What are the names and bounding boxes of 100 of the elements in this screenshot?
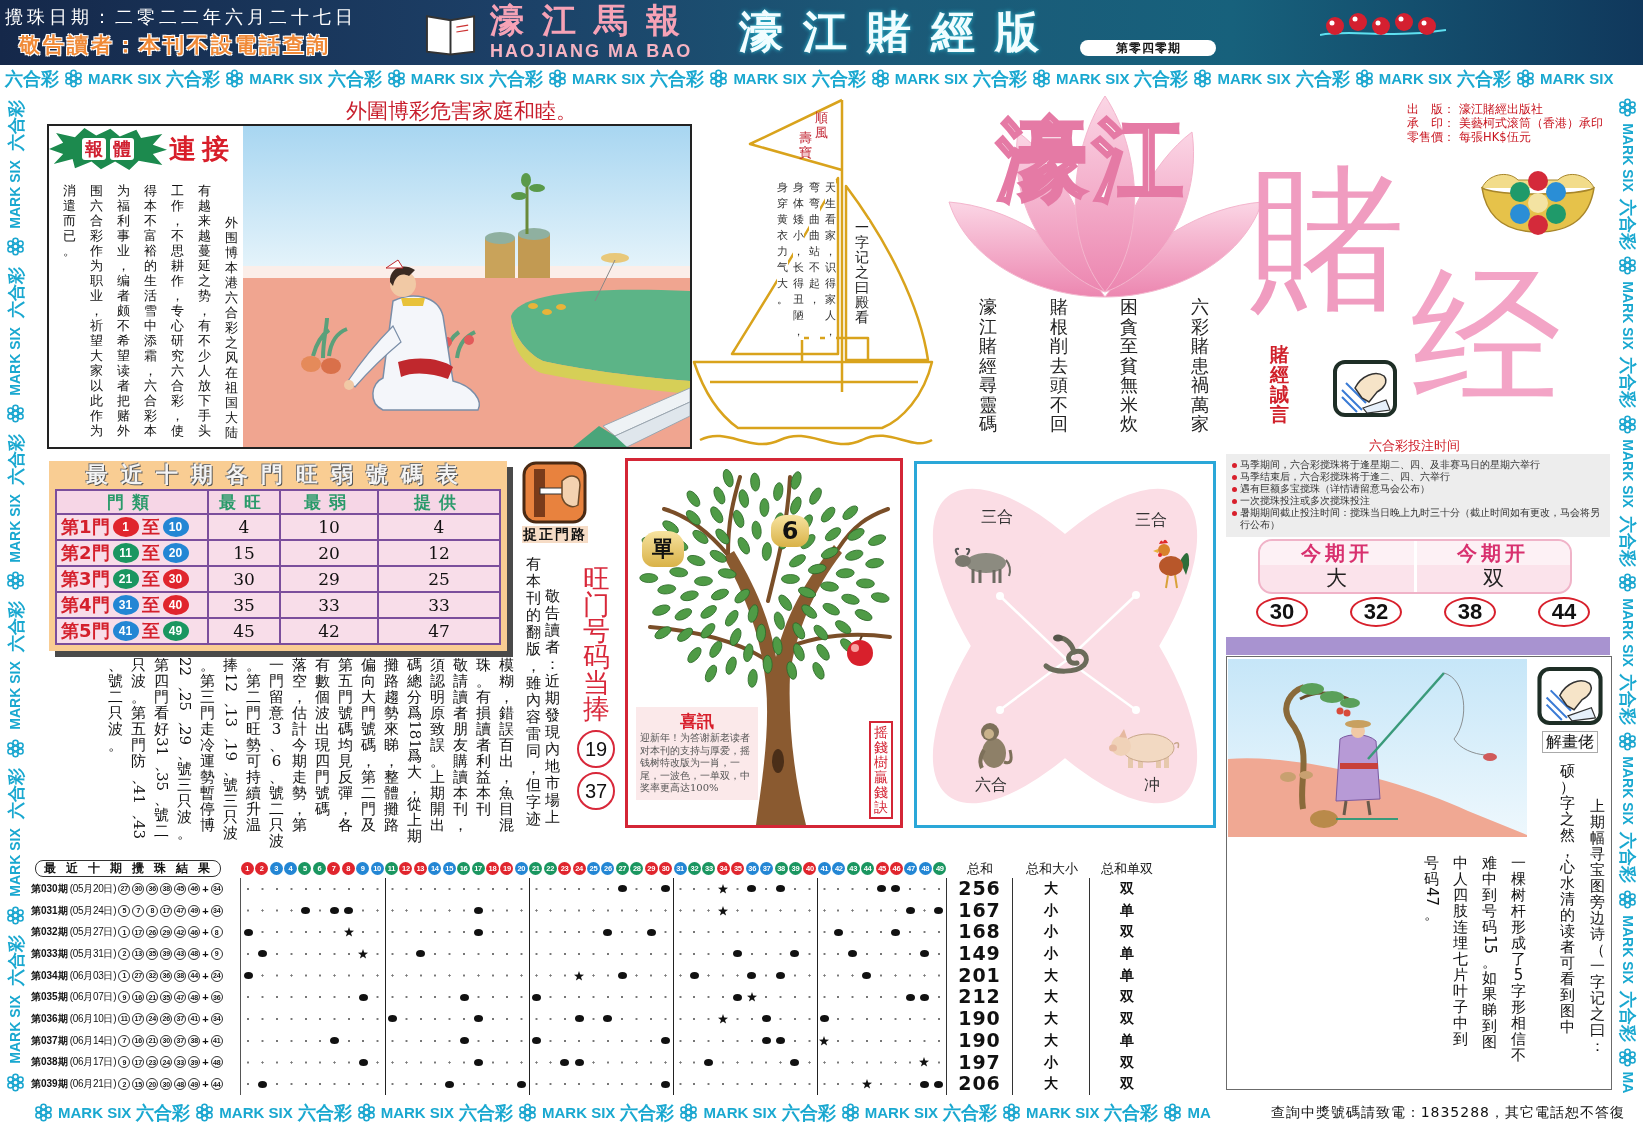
text-column: 外围博本港六合彩之风在祖国大陆 <box>225 215 238 440</box>
table-cell: 小 <box>1013 1051 1090 1074</box>
border-label: 六合彩 <box>459 1102 514 1123</box>
door-label: 第3門 <box>61 567 110 591</box>
relation-label: 三合 <box>981 508 1013 526</box>
border-label: MARK SIX <box>410 69 485 88</box>
plus-sign: + <box>202 947 209 960</box>
text-column: 落空，估計今期走勢，第 <box>292 657 307 849</box>
text-column: 一棵树杆形成了5字形相信不 <box>1511 855 1526 1063</box>
table-cell: 大 <box>1013 1029 1090 1052</box>
relation-label: 三合 <box>1135 511 1167 529</box>
flower-icon <box>679 1103 699 1122</box>
period-label: 第037期 <box>31 1033 68 1048</box>
bullet-icon <box>1232 462 1237 468</box>
table-cell: 197 <box>947 1051 1013 1074</box>
dot-icon <box>473 907 483 915</box>
poem-column: 弯弯曲曲站不起， <box>809 180 820 340</box>
poem-column: 濠江賭經尋靈碼 <box>979 297 997 434</box>
period-label: 第036期 <box>31 1011 68 1026</box>
border-label: MARK SIX <box>894 69 969 88</box>
star-icon <box>717 1013 728 1024</box>
paper-name: 濠江馬報 <box>490 0 699 40</box>
draw-date: (06月07日) <box>69 990 117 1005</box>
apple-icon <box>844 635 876 667</box>
border-label: MA <box>1187 1103 1211 1122</box>
circled-number: 38 <box>1444 597 1496 627</box>
border-label: MARK SIX <box>1619 756 1636 825</box>
border-label: MARK SIX <box>1619 281 1636 350</box>
table-cell: 33 <box>281 593 377 617</box>
border-label: 六合彩 <box>943 1102 998 1123</box>
table-title: 最近十期各門旺弱號碼表 <box>84 461 472 489</box>
dot-icon <box>646 928 656 936</box>
column-header: 最旺 <box>209 491 279 513</box>
text-column: 。第三門走冷運勢暫停博 <box>200 657 215 849</box>
table-cell-text: 双 <box>1118 1052 1135 1072</box>
star-icon <box>819 1035 830 1046</box>
flower-icon <box>709 69 729 88</box>
border-label: 六合彩 <box>5 600 25 652</box>
table-cell-text: 双 <box>1118 879 1135 898</box>
dot-icon <box>459 1037 469 1045</box>
door-label: 第2門 <box>61 541 110 565</box>
dot-icon <box>905 907 915 915</box>
dot-icon <box>574 1015 584 1023</box>
table-cell: 4 <box>379 515 499 539</box>
flower-icon <box>870 69 890 88</box>
publisher-value: 每張HK$伍元 <box>1459 130 1531 144</box>
border-label: 六合彩 <box>5 68 59 89</box>
number-ball: 10 <box>162 517 189 537</box>
dot-icon <box>660 1037 670 1045</box>
text-column: 上期幅寻宝图旁边诗（一字记之曰： <box>1590 798 1605 1054</box>
table-cell-text: 单 <box>1118 900 1135 920</box>
info-line: 马季期间，六合彩搅珠将于逢星期二、四、及非赛马日的星期六举行 <box>1240 459 1540 471</box>
border-label: MARK SIX <box>1026 1103 1100 1122</box>
tree-caption: 摇錢樹贏錢訣 <box>869 721 893 819</box>
border-label: 六合彩 <box>1295 68 1350 89</box>
flower-icon <box>1618 731 1637 751</box>
table-cell-text: 双 <box>1118 987 1135 1007</box>
table-cell: 47 <box>379 619 499 643</box>
text-column: 得本不富裕的生活雪中添霜，六合彩本 <box>144 183 157 440</box>
dot-icon <box>761 1015 771 1023</box>
circled-number: 32 <box>1350 597 1402 627</box>
table-cell-text: 单 <box>1118 1030 1135 1050</box>
badge-label: 報 <box>82 138 106 160</box>
panel-value: 双 <box>1482 565 1504 591</box>
paper-name-latin: HAOJIANG MA BAO <box>490 41 694 61</box>
draw-date: 攪珠日期：二零二二年六月二十七日 <box>5 6 358 28</box>
column-header: 提供 <box>379 491 499 513</box>
border-label: MARK SIX <box>58 1103 132 1122</box>
text-column: 模糊，錯誤百出，魚目混 <box>499 657 514 849</box>
border-label: 六合彩 <box>5 433 25 485</box>
table-cell: 45 <box>209 619 279 643</box>
border-label: MARK SIX <box>6 828 24 897</box>
period-label: 第031期 <box>31 903 68 918</box>
table-cell-text: 双 <box>1118 922 1135 942</box>
text-column: 为福利事业，编者颇不希望读者把赌外 <box>117 183 130 440</box>
text-column: 須認明原致誤。上期開出 <box>430 657 445 849</box>
text-column: 难中到号码15。如果睇到图 <box>1482 855 1497 1063</box>
star-icon <box>717 905 728 916</box>
border-label: MARK SIX <box>6 327 24 396</box>
dot-icon <box>344 907 354 915</box>
joiner-text: 至 <box>141 619 160 643</box>
star-icon <box>919 1057 930 1068</box>
border-label: 六合彩 <box>811 68 866 89</box>
star-icon <box>861 1079 872 1090</box>
table-cell: 167 <box>947 899 1013 922</box>
border-label: MARK SIX <box>219 1103 293 1122</box>
border-label: MARK SIX <box>249 69 323 88</box>
period-label: 第034期 <box>31 968 68 983</box>
dot-icon <box>919 950 929 958</box>
plus-sign: + <box>202 926 209 939</box>
border-label: MARK SIX <box>572 69 646 88</box>
table-cell: 大 <box>1013 1008 1090 1030</box>
column-header: 門類 <box>57 491 207 513</box>
flower-icon <box>1618 573 1637 593</box>
draw-date: (06月10日) <box>69 1011 117 1026</box>
table-cell: 大 <box>1013 1073 1090 1095</box>
dot-icon <box>905 993 915 1001</box>
circled-number: 37 <box>577 772 615 810</box>
info-line: 暑期期间截止投注时间：搅珠当日晚上九时三十分（截止时间如有更改，马会将另行公布） <box>1240 507 1601 531</box>
table-cell: 12 <box>379 541 499 565</box>
